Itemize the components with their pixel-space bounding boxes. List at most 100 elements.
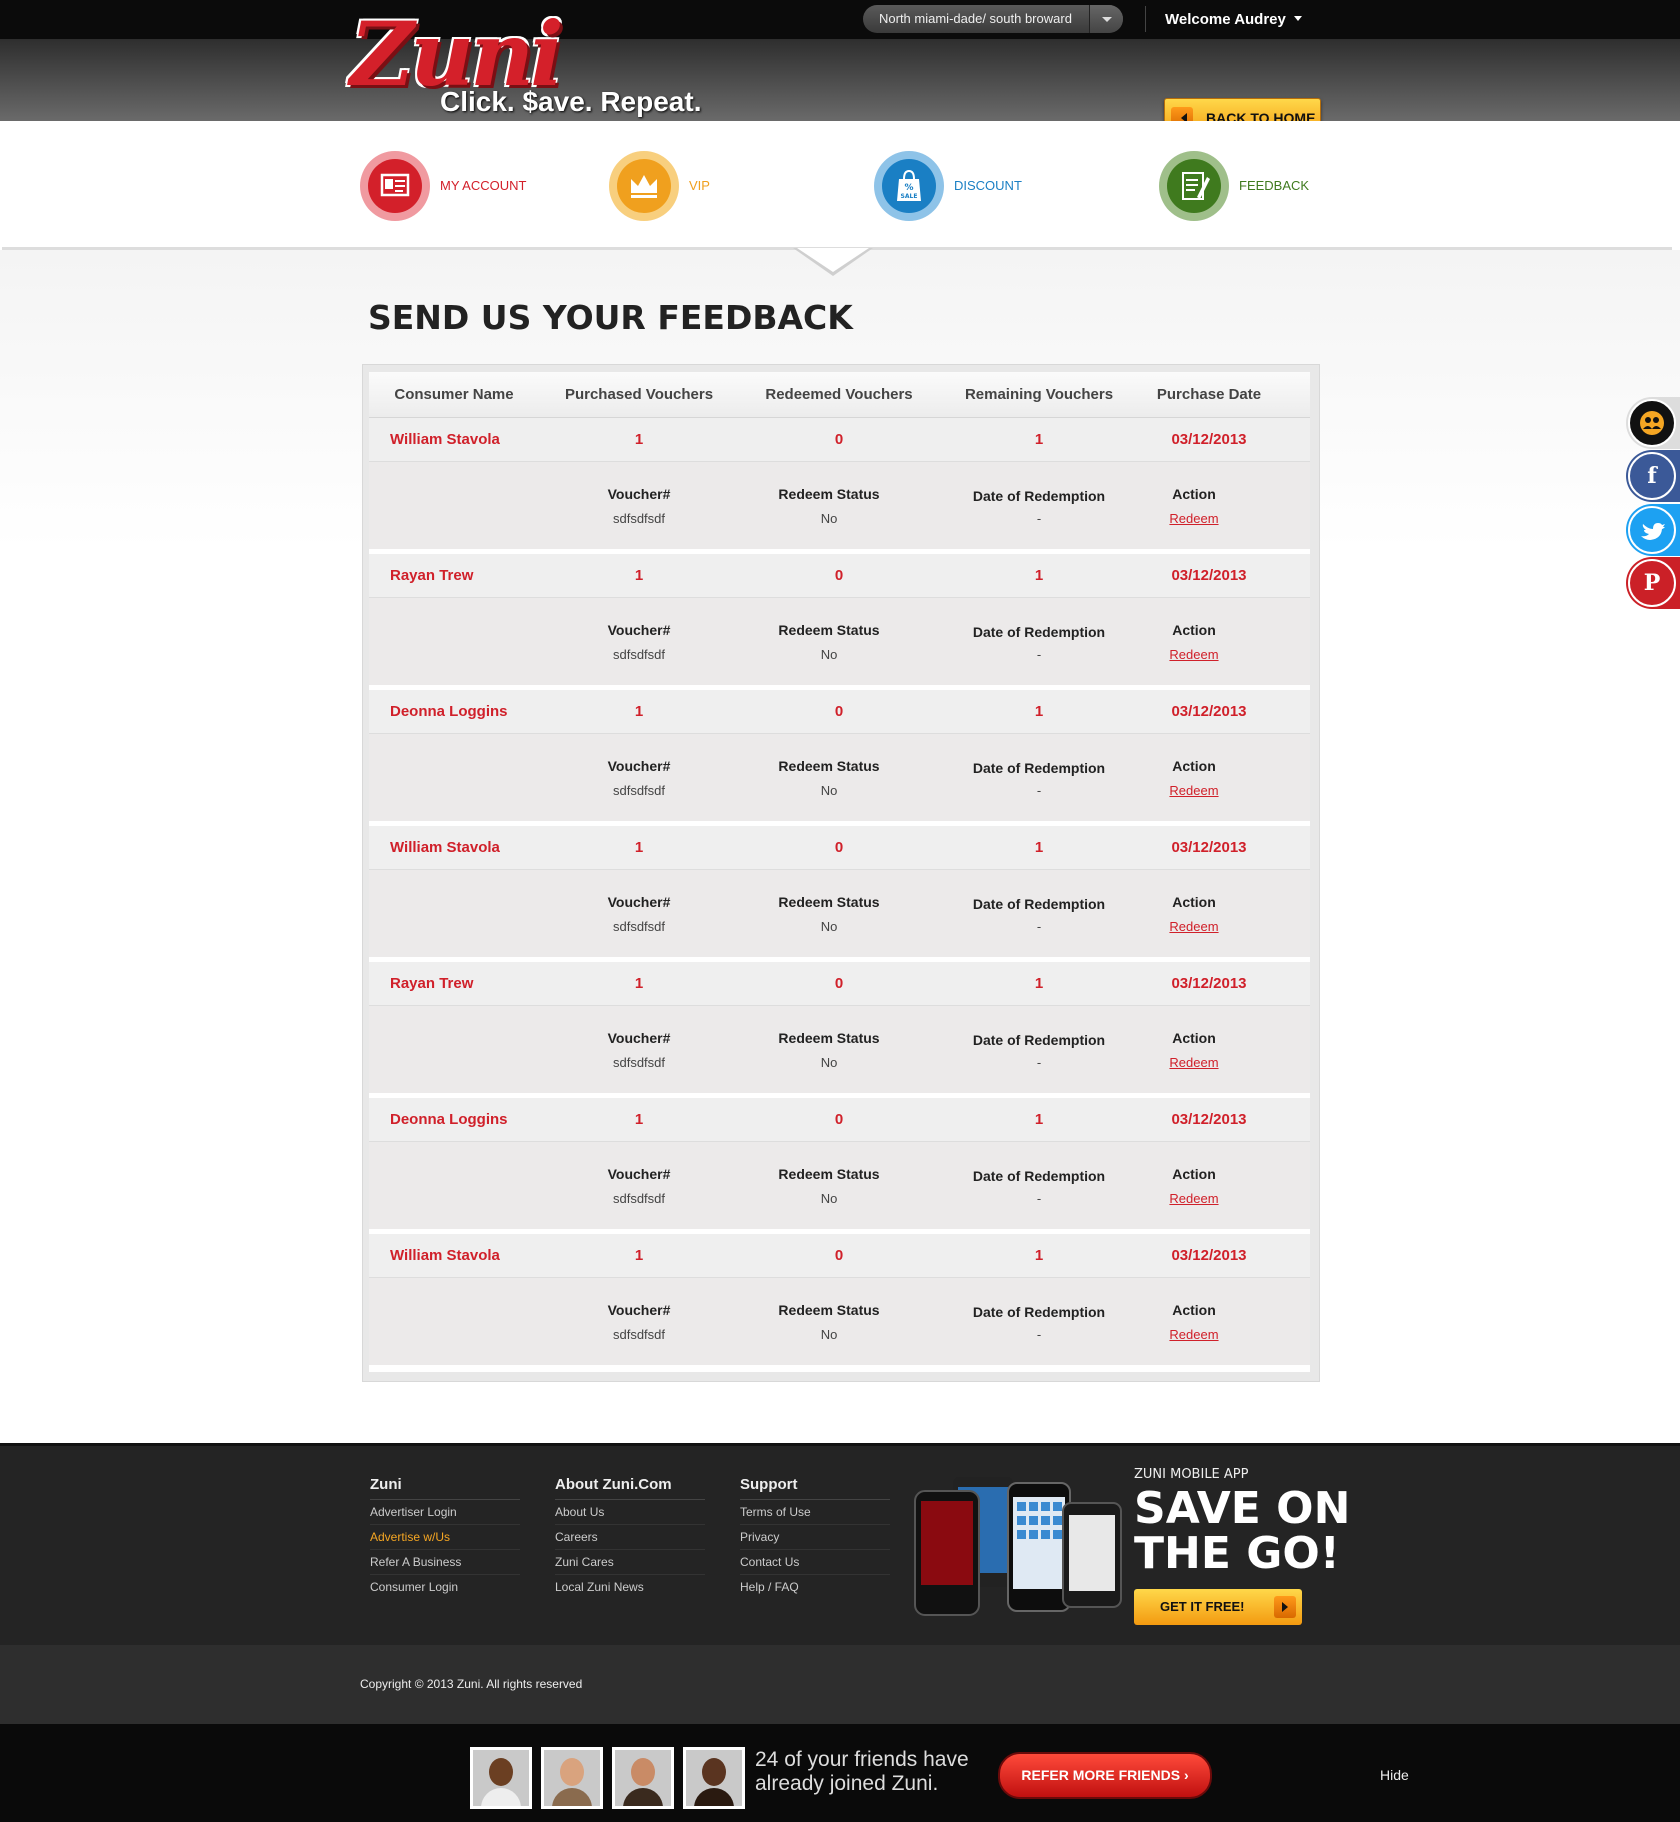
nav-item-label: MY ACCOUNT [440,178,527,193]
account-card-icon [360,151,430,221]
footer-col-about: About Zuni.Com About Us Careers Zuni Car… [555,1476,705,1599]
detail-value-status: No [820,783,838,798]
nav-item-label: VIP [689,178,710,193]
column-header: Redeemed Vouchers [765,386,913,403]
table-row: William Stavola 1 0 1 03/12/2013 Voucher# sdfs… [369,826,1310,962]
chevron-right-icon: › [1183,1767,1189,1783]
table-header: Consumer Name Purchased Vouchers Redeeme… [369,372,1310,418]
detail-value-status: No [820,647,838,662]
table-row: Deonna Loggins 1 0 1 03/12/2013 Voucher# sdfsd… [369,690,1310,826]
chevron-down-icon[interactable] [1089,5,1123,33]
refer-more-friends-button[interactable]: REFER MORE FRIENDS › [998,1752,1212,1799]
footer-link[interactable]: Zuni Cares [555,1550,705,1575]
table-cell-date: 03/12/2013 [1171,1247,1247,1264]
table-row: Rayan Trew 1 0 1 03/12/2013 Voucher# sdfsdfsdf… [369,554,1310,690]
crown-icon [609,151,679,221]
footer-col-support: Support Terms of Use Privacy Contact Us … [740,1476,890,1599]
friend-avatar [683,1747,745,1809]
detail-action: Redeem [1104,511,1284,526]
redeem-link[interactable]: Redeem [1169,1191,1218,1206]
detail-label: Redeem Status [778,622,880,638]
detail-label: Action [1172,1166,1216,1182]
detail-action: Redeem [1104,647,1284,662]
footer-heading: Zuni [370,1476,520,1500]
footer-link[interactable]: Help / FAQ [740,1575,890,1599]
footer-col-zuni: Zuni Advertiser Login Advertise w/Us Ref… [370,1476,520,1599]
detail-value-status: No [820,1191,838,1206]
footer-link[interactable]: Contact Us [740,1550,890,1575]
pinterest-icon: P [1628,559,1676,607]
footer-link[interactable]: Local Zuni News [555,1575,705,1599]
sale-bag-icon: % SALE [874,151,944,221]
table-cell-purchased: 1 [634,431,644,448]
table-row-summary: William Stavola 1 0 1 03/12/2013 [369,1234,1310,1278]
table-cell-date: 03/12/2013 [1171,703,1247,720]
table-row-summary: Deonna Loggins 1 0 1 03/12/2013 [369,690,1310,734]
get-it-free-button[interactable]: GET IT FREE! [1134,1589,1302,1625]
friend-avatar [541,1747,603,1809]
detail-value-status: No [820,1327,838,1342]
table-cell-purchased: 1 [634,1111,644,1128]
detail-label: Voucher# [607,1030,671,1046]
footer-link[interactable]: Consumer Login [370,1575,520,1599]
detail-label: Voucher# [607,758,671,774]
friends-share-button[interactable] [1626,397,1680,449]
user-menu[interactable]: Welcome Audrey [1165,0,1302,39]
table-cell-date: 03/12/2013 [1171,567,1247,584]
detail-value-voucher: sdfsdfsdf [612,511,666,526]
table-row-summary: Rayan Trew 1 0 1 03/12/2013 [369,962,1310,1006]
logo-tagline: Click. $ave. Repeat. [440,86,702,117]
detail-value-status: No [820,511,838,526]
detail-value-voucher: sdfsdfsdf [612,1191,666,1206]
phones-image [913,1469,1123,1621]
redeem-link[interactable]: Redeem [1169,1327,1218,1342]
table-cell-date: 03/12/2013 [1171,1111,1247,1128]
redeem-link[interactable]: Redeem [1169,647,1218,662]
footer-heading: Support [740,1476,890,1500]
detail-label: Redeem Status [778,1166,880,1182]
detail-label: Redeem Status [778,1030,880,1046]
footer-link[interactable]: Advertiser Login [370,1500,520,1525]
table-row-summary: William Stavola 1 0 1 03/12/2013 [369,826,1310,870]
footer-link[interactable]: Refer A Business [370,1550,520,1575]
footer-link[interactable]: Privacy [740,1525,890,1550]
table-row-detail: Voucher# sdfsdfsdf Redeem Status No Date of … [369,598,1310,685]
detail-value-voucher: sdfsdfsdf [612,919,666,934]
svg-text:SALE: SALE [901,193,918,200]
table-row-detail: Voucher# sdfsdfsdf Redeem Status No Date of … [369,1278,1310,1365]
table-cell-redeemed: 0 [834,839,844,856]
column-header: Consumer Name [394,386,514,403]
pinterest-share-button[interactable]: P [1626,557,1680,609]
footer-link[interactable]: Careers [555,1525,705,1550]
nav-item-label: FEEDBACK [1239,178,1310,193]
refer-button-label: REFER MORE FRIENDS [1021,1767,1181,1783]
twitter-icon [1628,506,1676,554]
footer: Zuni Advertiser Login Advertise w/Us Ref… [0,1443,1680,1648]
facebook-share-button[interactable]: f [1626,450,1680,502]
redeem-link[interactable]: Redeem [1169,783,1218,798]
footer-link[interactable]: About Us [555,1500,705,1525]
redeem-link[interactable]: Redeem [1169,511,1218,526]
detail-label: Redeem Status [778,758,880,774]
table-cell-date: 03/12/2013 [1171,839,1247,856]
table-row-detail: Voucher# sdfsdfsdf Redeem Status No Date of … [369,870,1310,957]
table-cell-redeemed: 0 [834,975,844,992]
hide-link[interactable]: Hide [1380,1767,1409,1783]
footer-link[interactable]: Terms of Use [740,1500,890,1525]
location-select[interactable]: North miami-dade/ south broward [863,5,1123,33]
logo[interactable]: Zuni Click. $ave. Repeat. [350,0,730,122]
redeem-link[interactable]: Redeem [1169,1055,1218,1070]
redeem-link[interactable]: Redeem [1169,919,1218,934]
detail-label: Redeem Status [778,894,880,910]
detail-value-voucher: sdfsdfsdf [612,1327,666,1342]
table-cell-purchased: 1 [634,839,644,856]
detail-label: Voucher# [607,622,671,638]
table-row: Rayan Trew 1 0 1 03/12/2013 Voucher# sdfsdfsdf… [369,962,1310,1098]
footer-link[interactable]: Advertise w/Us [370,1525,520,1550]
table-cell-date: 03/12/2013 [1171,975,1247,992]
detail-action: Redeem [1104,1327,1284,1342]
twitter-share-button[interactable] [1626,504,1680,556]
table-cell-redeemed: 0 [834,703,844,720]
nav-item-label: DISCOUNT [954,178,1022,193]
detail-label: Voucher# [607,894,671,910]
